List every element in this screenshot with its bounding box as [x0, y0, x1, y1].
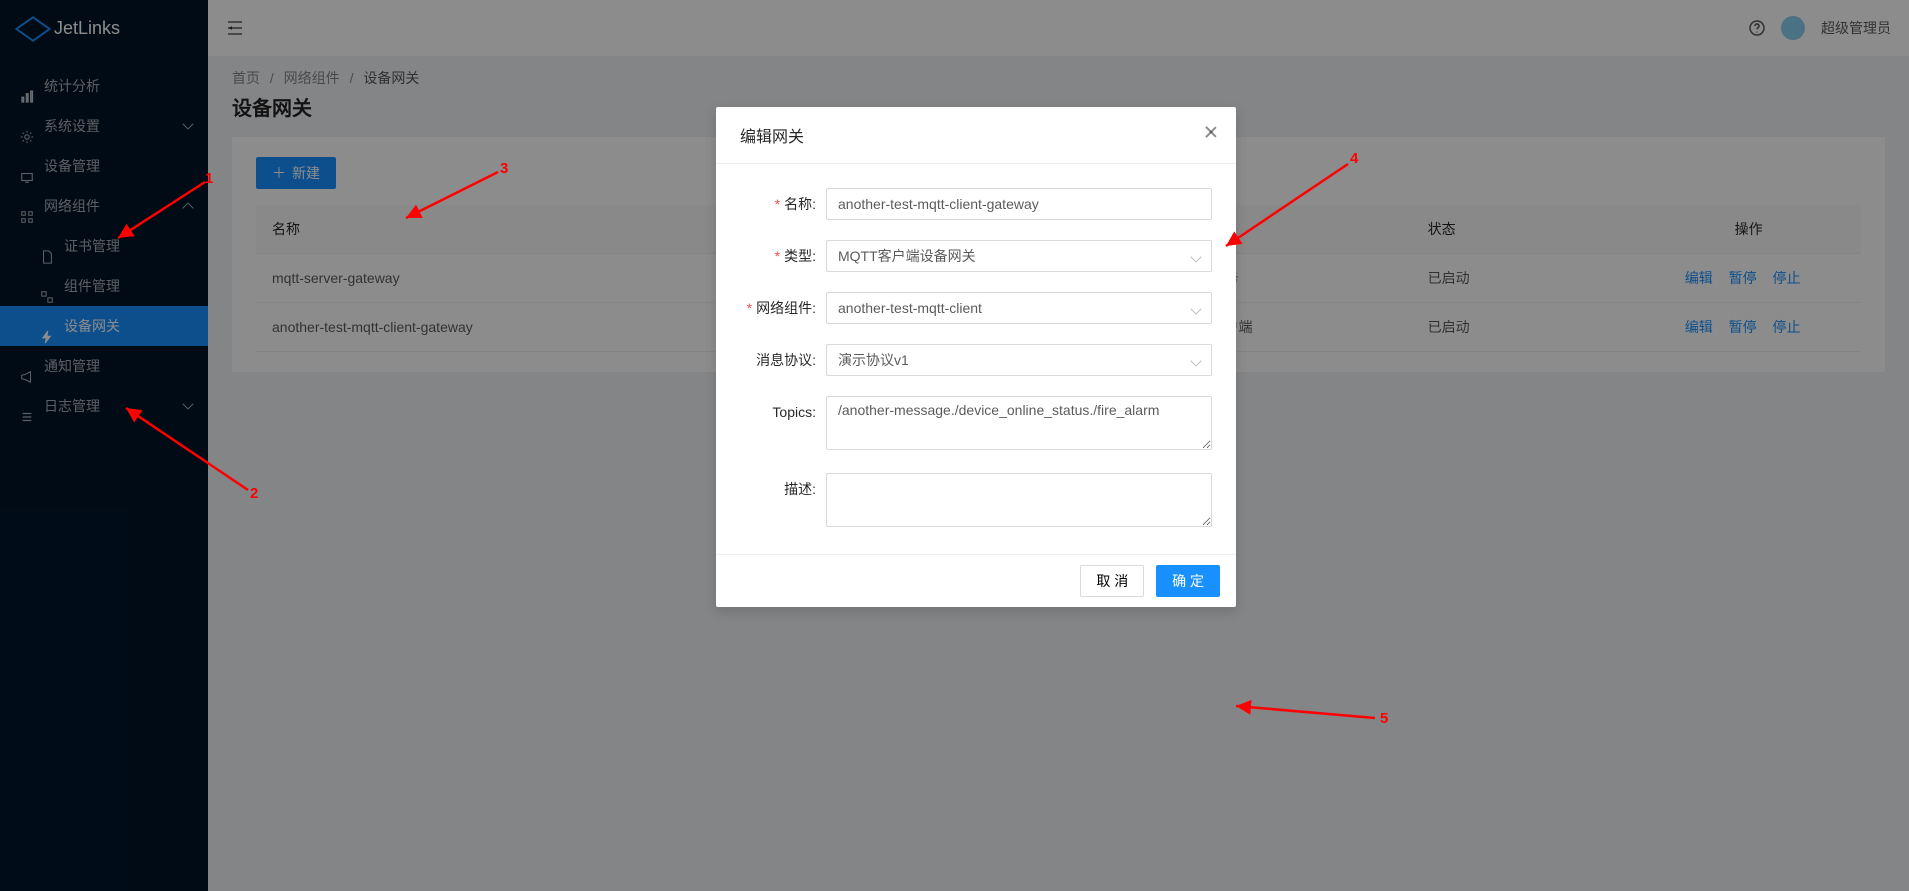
- form-row-name: *名称: another-test-mqtt-client-gateway: [740, 188, 1212, 220]
- modal-body: *名称: another-test-mqtt-client-gateway *类…: [716, 164, 1236, 554]
- form-label: *类型:: [740, 240, 826, 272]
- form-row-protocol: 消息协议: 演示协议v1: [740, 344, 1212, 376]
- name-input[interactable]: another-test-mqtt-client-gateway: [826, 188, 1212, 220]
- chevron-down-icon: [1190, 251, 1201, 262]
- select-value: another-test-mqtt-client: [838, 300, 982, 316]
- type-select[interactable]: MQTT客户端设备网关: [826, 240, 1212, 272]
- chevron-down-icon: [1190, 303, 1201, 314]
- form-label: 描述:: [740, 473, 826, 505]
- required-mark: *: [747, 300, 752, 316]
- select-value: MQTT客户端设备网关: [838, 246, 976, 266]
- chevron-down-icon: [1190, 355, 1201, 366]
- form-label: Topics:: [740, 396, 826, 428]
- form-row-topics: Topics:: [740, 396, 1212, 453]
- edit-gateway-modal: 编辑网关 *名称: another-test-mqtt-client-gatew…: [716, 107, 1236, 607]
- topics-textarea[interactable]: [826, 396, 1212, 450]
- form-row-desc: 描述:: [740, 473, 1212, 530]
- form-row-network: *网络组件: another-test-mqtt-client: [740, 292, 1212, 324]
- close-icon[interactable]: [1204, 125, 1218, 139]
- ok-button[interactable]: 确 定: [1156, 565, 1220, 597]
- select-value: 演示协议v1: [838, 350, 909, 370]
- form-row-type: *类型: MQTT客户端设备网关: [740, 240, 1212, 272]
- modal-header: 编辑网关: [716, 107, 1236, 164]
- form-label: *名称:: [740, 188, 826, 220]
- form-label: 消息协议:: [740, 344, 826, 376]
- required-mark: *: [775, 248, 780, 264]
- required-mark: *: [775, 196, 780, 212]
- form-label: *网络组件:: [740, 292, 826, 324]
- protocol-select[interactable]: 演示协议v1: [826, 344, 1212, 376]
- input-value: another-test-mqtt-client-gateway: [838, 196, 1039, 212]
- desc-textarea[interactable]: [826, 473, 1212, 527]
- network-select[interactable]: another-test-mqtt-client: [826, 292, 1212, 324]
- cancel-button[interactable]: 取 消: [1080, 565, 1144, 597]
- modal-title: 编辑网关: [740, 129, 804, 146]
- modal-footer: 取 消 确 定: [716, 554, 1236, 607]
